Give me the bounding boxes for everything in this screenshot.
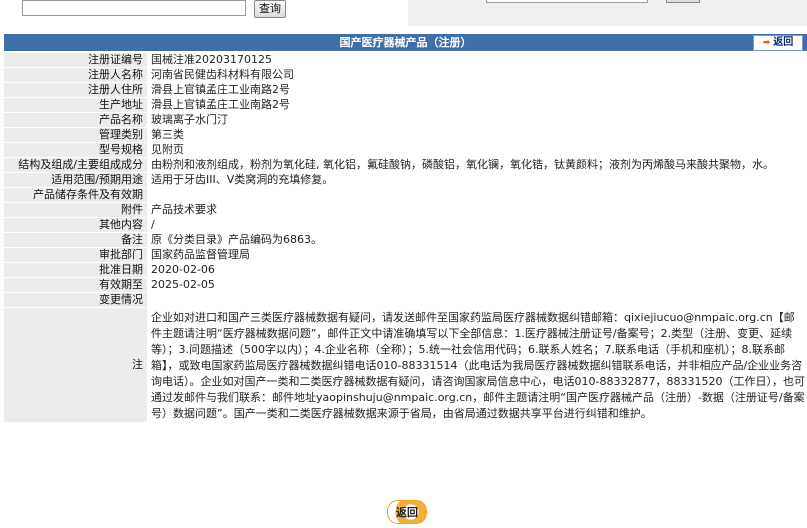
detail-row: 批准日期 2020-02-06 <box>4 262 807 278</box>
field-value: 产品技术要求 <box>147 202 807 218</box>
detail-row: 结构及组成/主要组成成分 由粉剂和液剂组成，粉剂为氧化硅, 氧化铝，氟硅酸钠，磷酸… <box>4 157 807 173</box>
field-label: 变更情况 <box>4 292 147 308</box>
field-label: 适用范围/预期用途 <box>4 172 147 188</box>
field-label: 生产地址 <box>4 97 147 113</box>
detail-row: 产品储存条件及有效期 <box>4 187 807 203</box>
field-value: 滑县上官镇孟庄工业南路2号 <box>147 82 807 98</box>
page-title: 国产医疗器械产品（注册） <box>339 36 472 49</box>
detail-row: 审批部门 国家药品监督管理局 <box>4 247 807 263</box>
note-row: 注企业如对进口和国产三类医疗器械数据有疑问，请发送邮件至国家药监局医疗器械数据纠… <box>4 307 807 423</box>
detail-row: 生产地址 滑县上官镇孟庄工业南路2号 <box>4 97 807 113</box>
detail-row: 管理类别 第三类 <box>4 127 807 143</box>
field-label: 注册人名称 <box>4 67 147 83</box>
back-arrow-icon: ➡ <box>762 38 771 48</box>
field-value: 河南省民健齿科材料有限公司 <box>147 67 807 83</box>
field-label: 管理类别 <box>4 127 147 143</box>
field-value: 国械注准20203170125 <box>147 53 807 68</box>
field-value <box>147 187 807 203</box>
field-label: 型号规格 <box>4 142 147 158</box>
back-button-label: 返回 <box>773 37 794 48</box>
field-value: / <box>147 217 807 233</box>
back-button-bottom[interactable]: 返回 <box>387 500 427 524</box>
field-value: 原《分类目录》产品编码为6863。 <box>147 232 807 248</box>
field-label: 审批部门 <box>4 247 147 263</box>
search-button[interactable]: 查询 <box>254 0 286 18</box>
field-label: 产品储存条件及有效期 <box>4 187 147 203</box>
field-value: 玻璃离子水门汀 <box>147 112 807 128</box>
field-value: 2020-02-06 <box>147 262 807 278</box>
detail-row: 有效期至 2025-02-05 <box>4 277 807 293</box>
detail-row: 注册人名称 河南省民健齿科材料有限公司 <box>4 67 807 83</box>
detail-row: 适用范围/预期用途 适用于牙齿III、V类窝洞的充填修复。 <box>4 172 807 188</box>
detail-row: 变更情况 <box>4 292 807 308</box>
field-value: 2025-02-05 <box>147 277 807 293</box>
field-value: 由粉剂和液剂组成，粉剂为氧化硅, 氧化铝，氟硅酸钠，磷酸铝，氧化镧，氧化锆，钛黄… <box>147 157 807 173</box>
back-button-top[interactable]: ➡ 返回 <box>753 35 803 51</box>
field-value: 滑县上官镇孟庄工业南路2号 <box>147 97 807 113</box>
note-text: 企业如对进口和国产三类医疗器械数据有疑问，请发送邮件至国家药监局医疗器械数据纠错… <box>147 307 807 423</box>
back-button-bottom-label: 返回 <box>396 506 418 519</box>
field-value <box>147 292 807 308</box>
field-label: 结构及组成/主要组成成分 <box>4 157 147 173</box>
field-value: 适用于牙齿III、V类窝洞的充填修复。 <box>147 172 807 188</box>
field-value: 见附页 <box>147 142 807 158</box>
field-label: 注册人住所 <box>4 82 147 98</box>
detail-row: 附件 产品技术要求 <box>4 202 807 218</box>
section-header: 国产医疗器械产品（注册） ➡ 返回 <box>4 34 807 51</box>
detail-row: 其他内容 / <box>4 217 807 233</box>
field-label: 产品名称 <box>4 112 147 128</box>
field-label: 备注 <box>4 232 147 248</box>
field-value: 国家药品监督管理局 <box>147 247 807 263</box>
field-label: 附件 <box>4 202 147 218</box>
field-label: 有效期至 <box>4 277 147 293</box>
field-label: 其他内容 <box>4 217 147 233</box>
detail-row: 产品名称 玻璃离子水门汀 <box>4 112 807 128</box>
detail-table: 注册证编号 国械注准20203170125 注册人名称 河南省民健齿科材料有限公司 注册… <box>4 53 807 423</box>
detail-row: 备注 原《分类目录》产品编码为6863。 <box>4 232 807 248</box>
note-label: 注 <box>4 307 147 423</box>
secondary-search-input[interactable] <box>486 0 648 3</box>
field-label: 批准日期 <box>4 262 147 278</box>
search-input[interactable] <box>22 0 246 16</box>
detail-row: 型号规格 见附页 <box>4 142 807 158</box>
secondary-search-panel <box>408 0 807 26</box>
search-strip: 查询 <box>0 0 807 30</box>
secondary-search-button[interactable] <box>666 0 700 3</box>
field-value: 第三类 <box>147 127 807 143</box>
field-label: 注册证编号 <box>4 53 147 68</box>
detail-row: 注册证编号 国械注准20203170125 <box>4 53 807 68</box>
detail-row: 注册人住所 滑县上官镇孟庄工业南路2号 <box>4 82 807 98</box>
